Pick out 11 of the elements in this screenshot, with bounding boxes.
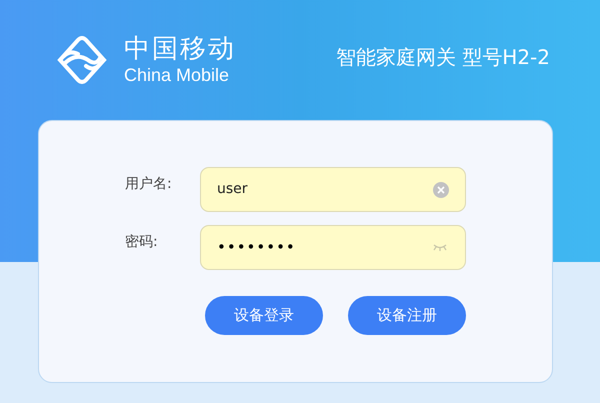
password-field[interactable]: ••••••••: [200, 225, 466, 270]
eye-closed-icon[interactable]: [433, 244, 447, 251]
header-title: 智能家庭网关 型号H2-2: [336, 44, 550, 71]
field-label: 密码:: [124, 233, 159, 252]
username-field[interactable]: user: [200, 167, 466, 212]
field-label: 用户名:: [124, 175, 173, 194]
clear-icon[interactable]: [433, 182, 449, 198]
brand-name: 中国移动: [124, 34, 236, 64]
action-button[interactable]: 设备注册: [348, 296, 466, 335]
action-button[interactable]: 设备登录: [205, 296, 323, 335]
brand-name-english: China Mobile: [124, 64, 230, 86]
